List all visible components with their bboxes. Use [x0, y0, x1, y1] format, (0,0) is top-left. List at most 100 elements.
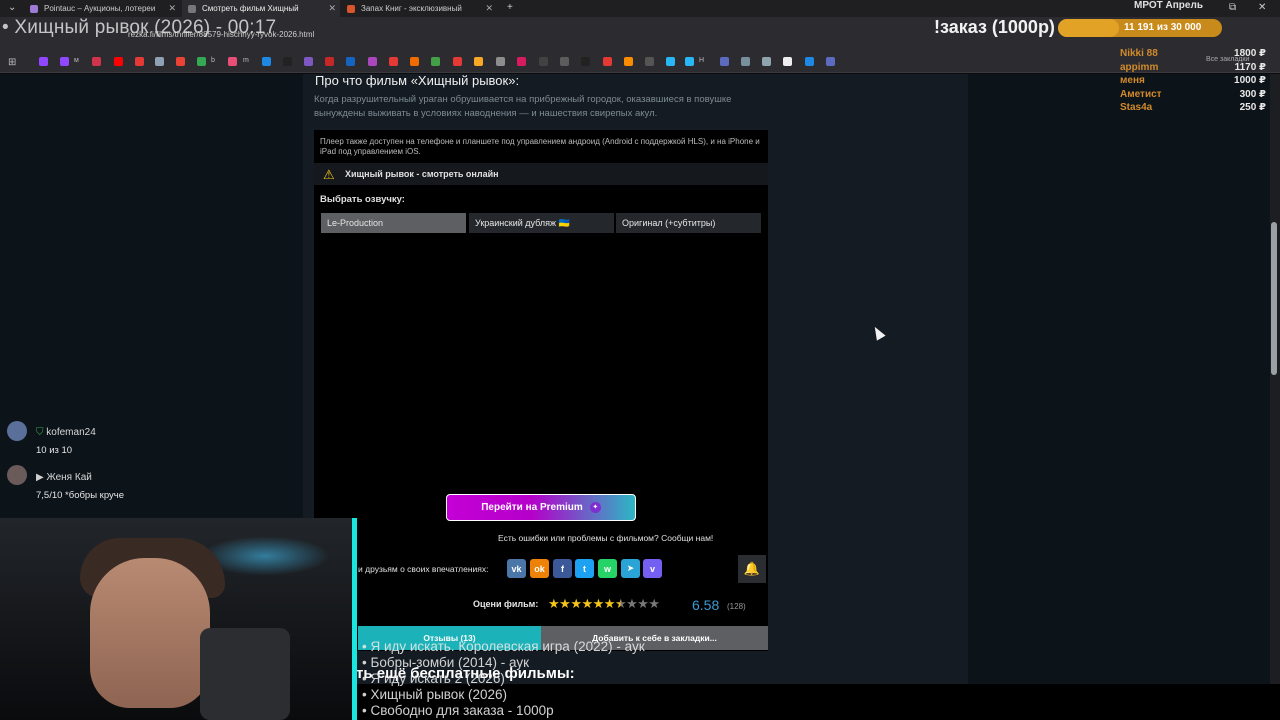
bookmark-youtube-icon[interactable] [135, 57, 144, 66]
rating-star-icon[interactable]: ★ [581, 596, 593, 611]
webcam-border [352, 518, 357, 720]
close-tab-icon[interactable]: ✕ [485, 3, 493, 14]
bookmark-icon[interactable] [431, 57, 440, 66]
screen: { "browser": { "tabs": [ {"label": "Poin… [0, 0, 1280, 720]
bookmarks-bar [0, 49, 1280, 73]
rate-label: Оцени фильм: [473, 599, 539, 609]
bookmark-icon[interactable] [325, 57, 334, 66]
donor-name: Nikki 88 [1120, 48, 1158, 59]
bookmark-icon[interactable] [762, 57, 771, 66]
bookmark-icon[interactable] [92, 57, 101, 66]
premium-label: Перейти на Premium [481, 502, 583, 513]
bookmark-icon[interactable] [410, 57, 419, 66]
bookmark-icon[interactable] [197, 57, 206, 66]
voice-original-subs[interactable]: Оригинал (+субтитры) [616, 213, 761, 233]
bookmark-icon[interactable] [474, 57, 483, 66]
bookmark-icon[interactable] [560, 57, 569, 66]
facebook-share-icon[interactable]: f [553, 559, 572, 578]
goal-progress-text: 11 191 из 30 000 [1124, 22, 1202, 33]
bookmark-icon[interactable] [283, 57, 292, 66]
premium-badge-icon: ✦ [589, 502, 601, 513]
scrollbar-thumb[interactable] [1271, 222, 1277, 375]
tab-rezka[interactable]: Смотреть фильм Хищный ✕ [182, 0, 340, 17]
bookmark-youtube-icon[interactable] [114, 57, 123, 66]
premium-button[interactable]: Перейти на Premium ✦ [446, 494, 636, 521]
tab-zapah-knig[interactable]: Запах Книг - эксклюзивный ✕ [341, 0, 497, 17]
rating-star-icon[interactable]: ★ [559, 596, 571, 611]
bookmark-icon[interactable] [453, 57, 462, 66]
donor-amount: 1170 ₽ [1234, 61, 1266, 73]
tab-search-icon[interactable]: ⌄ [8, 2, 16, 13]
bookmark-icon[interactable] [826, 57, 835, 66]
new-tab-icon[interactable]: + [507, 2, 513, 13]
bookmark-icon[interactable] [228, 57, 237, 66]
donor-name: appimm [1120, 61, 1159, 73]
watch-title: Хищный рывок - смотреть онлайн [345, 169, 499, 179]
bookmark-icon[interactable] [389, 57, 398, 66]
bookmark-twitch-icon[interactable] [39, 57, 48, 66]
bookmark-label[interactable]: м [74, 57, 79, 64]
voice-ukrainian-dub[interactable]: Украинский дубляж 🇺🇦 [469, 213, 614, 233]
order-list-item: • Свободно для заказа - 1000р [362, 703, 554, 718]
close-tab-icon[interactable]: ✕ [328, 3, 336, 14]
tab-favicon-icon [30, 4, 38, 13]
rating-star-icon[interactable]: ★ [626, 596, 638, 611]
voice-le-production[interactable]: Le-Production [321, 213, 466, 233]
bookmark-icon[interactable] [720, 57, 729, 66]
scrollbar-track[interactable] [1270, 74, 1280, 684]
bookmark-icon[interactable] [581, 57, 590, 66]
rating-star-icon[interactable]: ★ [548, 596, 560, 611]
notification-bell-icon[interactable]: 🔔 [738, 555, 766, 583]
bookmark-twitch-icon[interactable] [60, 57, 69, 66]
tab-pointauc[interactable]: Pointauc – Аукционы, лотереи ✕ [24, 0, 180, 17]
bookmark-icon[interactable] [496, 57, 505, 66]
rating-star-icon[interactable]: ★ [570, 596, 582, 611]
bookmark-icon[interactable] [368, 57, 377, 66]
close-tab-icon[interactable]: ✕ [168, 3, 176, 14]
restore-window-icon[interactable]: ⧉ [1229, 2, 1236, 13]
bookmark-icon[interactable] [685, 57, 694, 66]
rating-star-icon[interactable]: ★ [648, 596, 660, 611]
twitter-share-icon[interactable]: t [575, 559, 594, 578]
bookmark-icon[interactable] [603, 57, 612, 66]
bookmark-icon[interactable] [741, 57, 750, 66]
about-heading: Про что фильм «Хищный рывок»: [315, 73, 520, 88]
bookmark-icon[interactable] [517, 57, 526, 66]
webcam-microphone [200, 628, 290, 720]
bookmark-icon[interactable] [304, 57, 313, 66]
apps-grid-icon[interactable]: ⊞ [8, 57, 16, 68]
viber-share-icon[interactable]: v [643, 559, 662, 578]
mrot-label: МРОТ Апрель [1134, 0, 1203, 11]
bookmark-label[interactable]: H [699, 57, 704, 64]
whatsapp-share-icon[interactable]: w [598, 559, 617, 578]
telegram-share-icon[interactable]: ➤ [621, 559, 640, 578]
bookmark-icon[interactable] [666, 57, 675, 66]
bookmark-gmail-icon[interactable] [176, 57, 185, 66]
about-description: Когда разрушительный ураган обрушивается… [314, 94, 732, 119]
webcam-face [90, 558, 210, 708]
rating-star-icon[interactable]: ★ [615, 596, 627, 611]
rating-star-icon[interactable]: ★ [637, 596, 649, 611]
bookmark-icon[interactable] [624, 57, 633, 66]
rating-star-icon[interactable]: ★ [593, 596, 605, 611]
close-window-icon[interactable]: ✕ [1258, 2, 1266, 13]
bookmark-icon[interactable] [262, 57, 271, 66]
donor-name: Stas4a [1120, 102, 1153, 113]
order-list-item: • Я иду искать. Королевская игра (2022) … [362, 639, 645, 654]
chat-avatar [7, 465, 27, 485]
bookmark-icon[interactable] [645, 57, 654, 66]
bookmark-icon[interactable] [155, 57, 164, 66]
bookmark-icon[interactable] [783, 57, 792, 66]
report-problem-link[interactable]: Есть ошибки или проблемы с фильмом? Сооб… [498, 533, 713, 543]
rating-stars[interactable]: ★★★★★★★★★★ [548, 596, 660, 612]
ok-share-icon[interactable]: ok [530, 559, 549, 578]
bookmark-label[interactable]: m [243, 57, 249, 64]
bookmark-icon[interactable] [539, 57, 548, 66]
bookmark-icon[interactable] [346, 57, 355, 66]
order-list-item: • Я иду искать 2 (2026) [362, 671, 505, 686]
rating-star-icon[interactable]: ★ [604, 596, 616, 611]
bookmark-icon[interactable] [805, 57, 814, 66]
bookmark-label[interactable]: b [211, 57, 215, 64]
chat-user: ⛉ kofeman24 [36, 427, 96, 438]
vk-share-icon[interactable]: vk [507, 559, 526, 578]
